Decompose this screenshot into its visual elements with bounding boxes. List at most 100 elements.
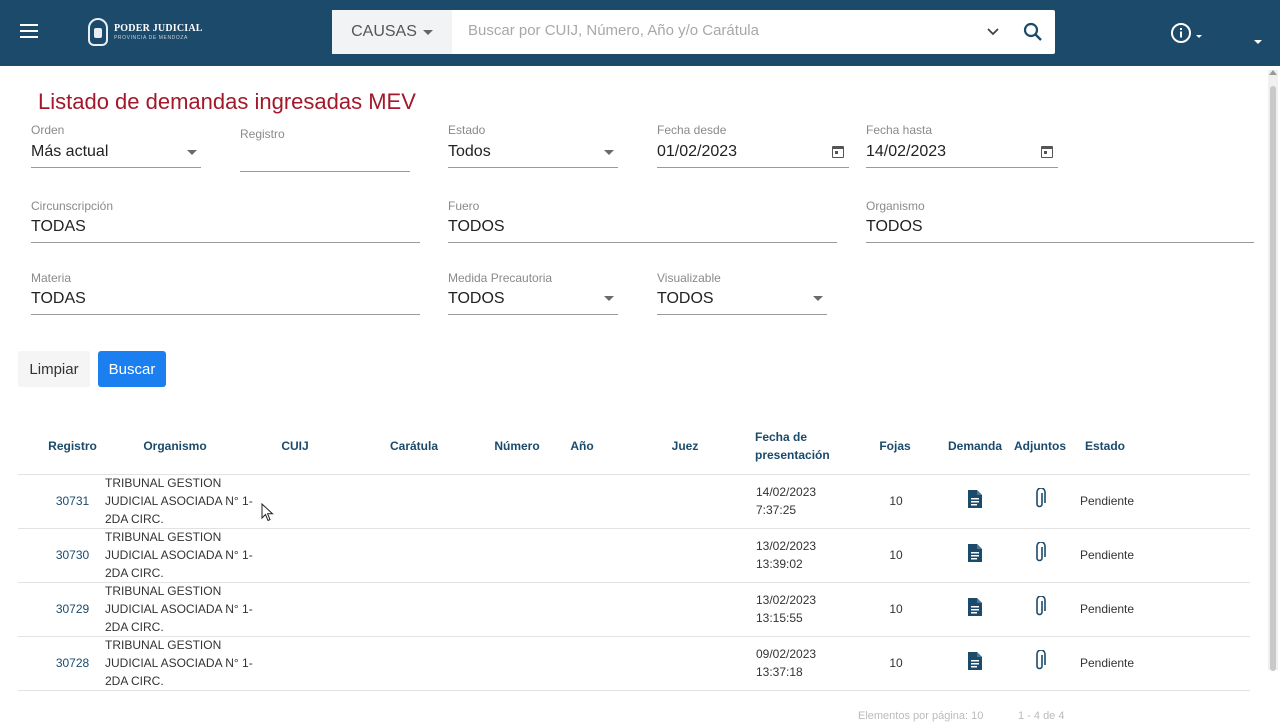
organismo-field[interactable]: Organismo TODOS (866, 199, 1254, 245)
document-icon[interactable] (967, 489, 983, 509)
menu-icon[interactable] (20, 24, 38, 38)
cell-registro: 30731 (55, 494, 90, 508)
fecha-hasta-label: Fecha hasta (866, 123, 933, 137)
top-app-bar: PODER JUDICIAL PROVINCIA DE MENDOZA CAUS… (0, 0, 1280, 66)
logo-title: PODER JUDICIAL (114, 23, 203, 34)
visualizable-select[interactable]: Visualizable TODOS (657, 271, 827, 317)
th-cuij[interactable]: CUIJ (265, 437, 325, 455)
fuero-value: TODOS (448, 218, 505, 235)
paperclip-icon[interactable] (1034, 596, 1046, 618)
clear-button[interactable]: Limpiar (18, 351, 90, 387)
logo-subtitle: PROVINCIA DE MENDOZA (114, 35, 188, 41)
registro-field[interactable]: Registro (240, 127, 410, 173)
cell-estado: Pendiente (1080, 494, 1135, 508)
th-registro[interactable]: Registro (40, 437, 105, 455)
cell-registro: 30730 (55, 548, 90, 562)
orden-label: Orden (31, 123, 65, 137)
th-juez[interactable]: Juez (665, 437, 705, 455)
cell-fojas: 10 (889, 602, 903, 616)
organismo-value: TODOS (866, 218, 923, 235)
cell-estado: Pendiente (1080, 602, 1135, 616)
cell-estado: Pendiente (1080, 548, 1135, 562)
fecha-desde-label: Fecha desde (657, 123, 727, 137)
cell-fecha: 09/02/2023 13:37:18 (756, 647, 817, 679)
document-icon[interactable] (967, 543, 983, 563)
th-estado[interactable]: Estado (1080, 437, 1130, 455)
medida-precautoria-select[interactable]: Medida Precautoria TODOS (448, 271, 618, 317)
logo[interactable]: PODER JUDICIAL PROVINCIA DE MENDOZA (88, 18, 203, 46)
cell-organismo: TRIBUNAL GESTION JUDICIAL ASOCIADA N° 1-… (105, 530, 253, 580)
items-per-page-label: Elementos por página: 10 (858, 710, 984, 722)
caret-down-icon (604, 296, 614, 301)
info-icon[interactable] (1170, 22, 1192, 44)
medida-precautoria-value: TODOS (448, 290, 505, 307)
paperclip-icon[interactable] (1034, 488, 1046, 510)
visualizable-value: TODOS (657, 290, 714, 307)
th-fecha-line1: Fecha de (755, 430, 808, 444)
estado-label: Estado (448, 123, 486, 137)
fecha-hasta-field[interactable]: Fecha hasta 14/02/2023 (866, 123, 1058, 169)
search-type-select[interactable]: CAUSAS (332, 10, 452, 54)
cell-fecha: 14/02/2023 7:37:25 (756, 485, 817, 517)
table-row[interactable]: 30730 TRIBUNAL GESTION JUDICIAL ASOCIADA… (18, 529, 1250, 583)
search-button[interactable]: Buscar (98, 351, 166, 387)
pagination-range: 1 - 4 de 4 (1018, 710, 1065, 722)
document-icon[interactable] (967, 651, 983, 671)
th-demanda: Demanda (947, 439, 1003, 453)
info-caret-icon (1196, 35, 1202, 38)
coat-of-arms-icon (88, 18, 108, 46)
calendar-icon[interactable] (832, 146, 844, 158)
circunscripcion-field[interactable]: Circunscripción TODAS (31, 199, 420, 245)
cell-organismo: TRIBUNAL GESTION JUDICIAL ASOCIADA N° 1-… (105, 476, 253, 526)
cell-fecha: 13/02/2023 13:39:02 (756, 539, 817, 571)
document-icon[interactable] (967, 597, 983, 617)
cell-estado: Pendiente (1080, 656, 1135, 670)
estado-value: Todos (448, 143, 491, 160)
estado-select[interactable]: Estado Todos (448, 123, 618, 169)
cell-organismo: TRIBUNAL GESTION JUDICIAL ASOCIADA N° 1-… (105, 584, 253, 634)
chevron-down-icon[interactable] (984, 23, 1002, 41)
th-numero[interactable]: Número (487, 437, 547, 455)
fuero-field[interactable]: Fuero TODOS (448, 199, 837, 245)
medida-precautoria-label: Medida Precautoria (448, 271, 553, 285)
organismo-label: Organismo (866, 199, 925, 213)
cell-fojas: 10 (889, 494, 903, 508)
calendar-icon[interactable] (1041, 146, 1053, 158)
scrollbar-thumb[interactable] (1270, 86, 1276, 671)
global-search: CAUSAS (332, 10, 1055, 54)
th-organismo[interactable]: Organismo (135, 437, 215, 455)
caret-down-icon (187, 150, 197, 155)
cell-organismo: TRIBUNAL GESTION JUDICIAL ASOCIADA N° 1-… (105, 638, 253, 688)
search-input[interactable] (468, 22, 968, 39)
cell-fojas: 10 (889, 548, 903, 562)
materia-field[interactable]: Materia TODAS (31, 271, 420, 317)
orden-select[interactable]: Orden Más actual (31, 123, 201, 169)
cell-registro: 30729 (55, 602, 90, 616)
cell-registro: 30728 (55, 656, 90, 670)
search-icon[interactable] (1022, 21, 1044, 43)
th-fecha-line2: presentación (755, 448, 830, 462)
th-fecha-presentacion[interactable]: Fecha de presentación (755, 428, 830, 464)
table-row[interactable]: 30731 TRIBUNAL GESTION JUDICIAL ASOCIADA… (18, 475, 1250, 529)
fuero-label: Fuero (448, 199, 480, 213)
cell-fojas: 10 (889, 656, 903, 670)
scroll-up-arrow-icon[interactable] (1269, 70, 1277, 75)
caret-down-icon (422, 29, 433, 35)
circunscripcion-label: Circunscripción (31, 199, 114, 213)
paperclip-icon[interactable] (1034, 542, 1046, 564)
table-row[interactable]: 30729 TRIBUNAL GESTION JUDICIAL ASOCIADA… (18, 583, 1250, 637)
search-type-label: CAUSAS (351, 23, 417, 40)
th-caratula[interactable]: Carátula (380, 437, 448, 455)
fecha-desde-field[interactable]: Fecha desde 01/02/2023 (657, 123, 849, 169)
materia-value: TODAS (31, 290, 86, 307)
th-anio[interactable]: Año (562, 437, 602, 455)
mouse-cursor-icon (261, 503, 274, 522)
materia-label: Materia (31, 271, 72, 285)
th-fojas[interactable]: Fojas (870, 437, 920, 455)
table-row[interactable]: 30728 TRIBUNAL GESTION JUDICIAL ASOCIADA… (18, 637, 1250, 691)
paperclip-icon[interactable] (1034, 650, 1046, 672)
circunscripcion-value: TODAS (31, 218, 86, 235)
visualizable-label: Visualizable (657, 271, 721, 285)
user-menu-caret-icon[interactable] (1254, 40, 1262, 44)
fecha-hasta-value: 14/02/2023 (866, 143, 947, 160)
